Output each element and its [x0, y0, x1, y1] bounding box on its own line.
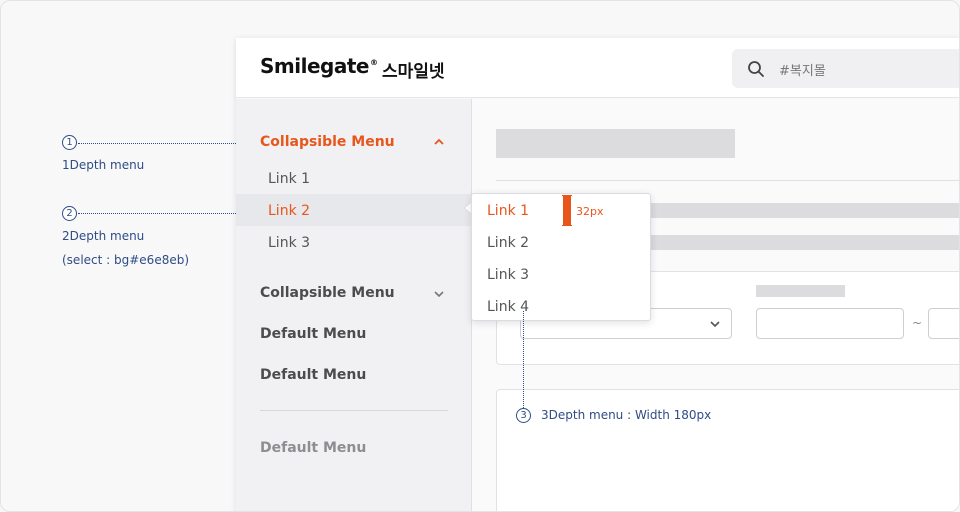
range-separator: ~: [912, 316, 923, 330]
brand-name: Smilegate: [260, 54, 369, 78]
sidebar-link-2[interactable]: Link 2: [268, 203, 310, 219]
sidebar-item-default-2[interactable]: Default Menu: [260, 367, 366, 383]
measure-cap-top: [562, 195, 572, 196]
content-divider: [496, 180, 959, 181]
text-placeholder-2: [650, 235, 959, 250]
measure-label: 32px: [576, 205, 604, 218]
search-input[interactable]: #복지몰: [732, 49, 959, 88]
chevron-down-icon[interactable]: [433, 288, 445, 300]
search-icon: [748, 61, 764, 77]
sidebar-item-default-3: Default Menu: [260, 440, 367, 456]
annotation-marker-1: 1: [62, 135, 77, 150]
annotation-marker-3: 3: [516, 408, 531, 423]
chevron-down-icon: [710, 321, 720, 328]
sidebar: Collapsible Menu Link 1 Link 2 Link 3 Co…: [236, 99, 472, 511]
annotation-leader-2: [78, 213, 246, 214]
height-measure-marker: [563, 195, 571, 226]
date-from-field[interactable]: [756, 308, 904, 339]
canvas: 1 1Depth menu 2 2Depth menu (select : bg…: [0, 0, 960, 512]
measure-cap-bottom: [562, 225, 572, 226]
sidebar-group-collapsible-1[interactable]: Collapsible Menu: [260, 134, 395, 150]
flyout-link-1[interactable]: Link 1: [487, 203, 529, 219]
sidebar-item-default-1[interactable]: Default Menu: [260, 326, 366, 342]
flyout-menu: Link 1 Link 2 Link 3 Link 4: [471, 193, 651, 321]
annotation-leader-1: [78, 143, 246, 144]
sidebar-divider: [260, 410, 448, 411]
top-bar: Smilegate® 스마일넷 #복지몰: [236, 38, 959, 98]
text-placeholder-1: [650, 203, 959, 218]
flyout-link-2[interactable]: Link 2: [487, 235, 529, 251]
annotation-text-1: 1Depth menu: [62, 158, 145, 172]
annotation-text-2-sub: (select : bg#e6e8eb): [62, 253, 190, 267]
brand-korean: 스마일넷: [382, 62, 445, 82]
flyout-link-3[interactable]: Link 3: [487, 267, 529, 283]
title-placeholder: [496, 129, 735, 158]
date-to-field[interactable]: [928, 308, 959, 339]
search-placeholder: #복지몰: [779, 64, 826, 79]
brand-logo[interactable]: Smilegate®: [260, 54, 378, 78]
brand-mark: ®: [369, 58, 378, 68]
sidebar-link-1[interactable]: Link 1: [268, 171, 310, 187]
sidebar-link-3[interactable]: Link 3: [268, 235, 310, 251]
annotation-marker-2: 2: [62, 206, 77, 221]
sidebar-group-collapsible-2[interactable]: Collapsible Menu: [260, 285, 395, 301]
annotation-text-2: 2Depth menu: [62, 229, 145, 243]
annotation-text-3: 3Depth menu : Width 180px: [541, 408, 712, 422]
annotation-leader-3: [523, 311, 524, 408]
chevron-up-icon[interactable]: [433, 136, 445, 148]
label-placeholder: [756, 285, 845, 297]
